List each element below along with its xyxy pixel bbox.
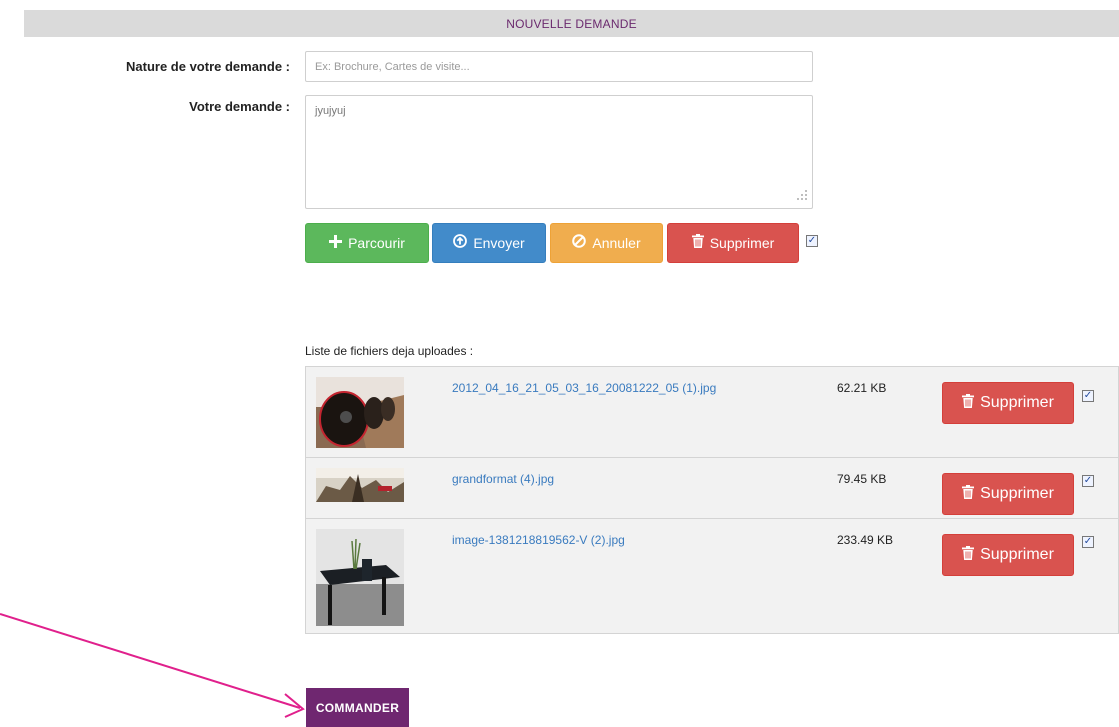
uploaded-files-table: 2012_04_16_21_05_03_16_20081222_05 (1).j…	[305, 366, 1119, 634]
ban-icon	[572, 234, 587, 252]
resize-grip-icon[interactable]	[796, 189, 808, 201]
select-all-checkbox[interactable]: ✓	[806, 235, 818, 247]
section-title: NOUVELLE DEMANDE	[506, 16, 637, 31]
file-size: 233.49 KB	[837, 533, 894, 547]
trash-icon	[962, 394, 975, 412]
file-row: grandformat (4).jpg 79.45 KB Supprimer ✓	[306, 458, 1118, 519]
trash-icon	[962, 485, 975, 503]
delete-all-button[interactable]: Supprimer	[667, 223, 799, 263]
delete-file-label: Supprimer	[980, 546, 1054, 563]
trash-icon	[691, 234, 704, 252]
delete-all-label: Supprimer	[709, 235, 775, 251]
file-name-link[interactable]: grandformat (4).jpg	[452, 472, 554, 486]
file-checkbox[interactable]: ✓	[1082, 475, 1094, 487]
upload-circle-icon	[453, 234, 468, 252]
file-name-link[interactable]: image-1381218819562-V (2).jpg	[452, 533, 625, 547]
file-row: 2012_04_16_21_05_03_16_20081222_05 (1).j…	[306, 367, 1118, 458]
send-button[interactable]: Envoyer	[432, 223, 546, 263]
delete-file-label: Supprimer	[980, 485, 1054, 502]
file-name-link[interactable]: 2012_04_16_21_05_03_16_20081222_05 (1).j…	[452, 381, 716, 395]
file-size: 62.21 KB	[837, 381, 887, 395]
file-row: image-1381218819562-V (2).jpg 233.49 KB …	[306, 519, 1118, 633]
cancel-button[interactable]: Annuler	[550, 223, 663, 263]
file-checkbox[interactable]: ✓	[1082, 536, 1094, 548]
delete-file-label: Supprimer	[980, 394, 1054, 411]
cancel-label: Annuler	[592, 235, 641, 251]
delete-file-button[interactable]: Supprimer	[942, 534, 1074, 576]
trash-icon	[962, 546, 975, 564]
delete-file-button[interactable]: Supprimer	[942, 382, 1074, 424]
file-size: 79.45 KB	[837, 472, 887, 486]
delete-file-button[interactable]: Supprimer	[942, 473, 1074, 515]
file-checkbox[interactable]: ✓	[1082, 390, 1094, 402]
annotation-arrow-icon	[0, 613, 305, 718]
send-label: Envoyer	[473, 235, 525, 251]
